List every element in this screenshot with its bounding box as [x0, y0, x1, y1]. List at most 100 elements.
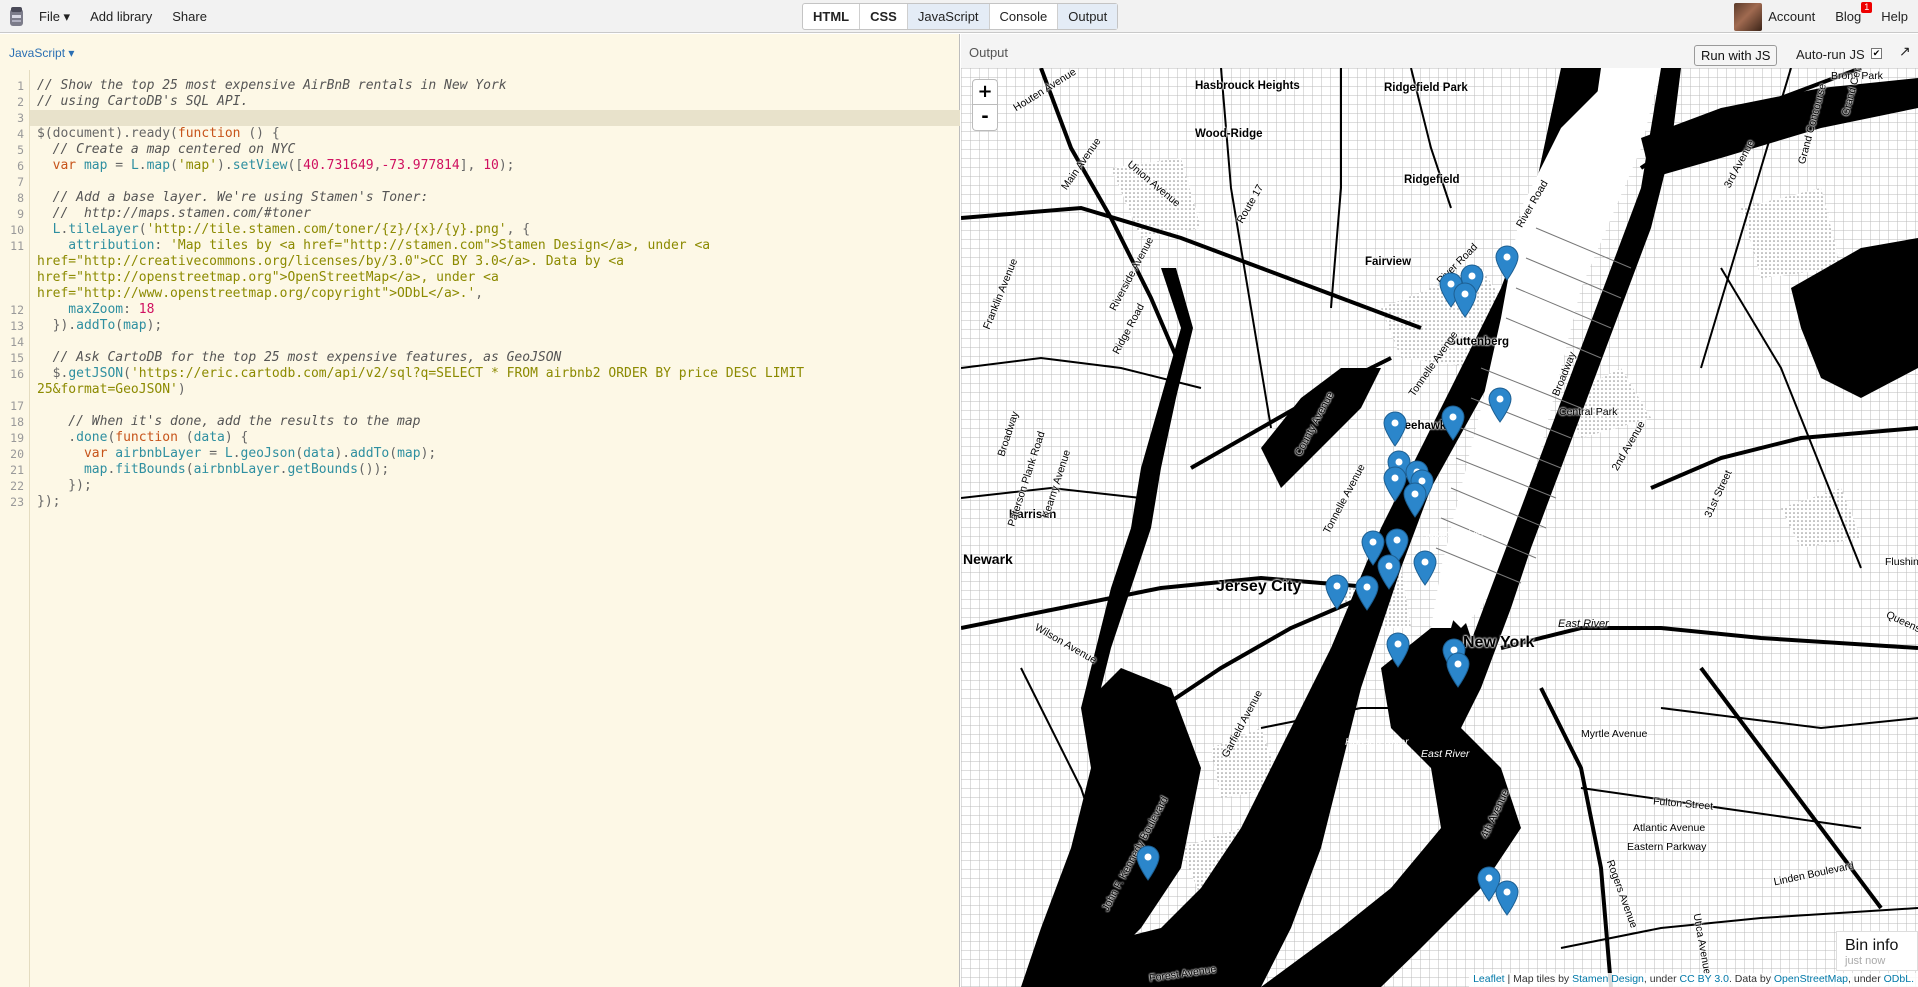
map-marker-icon[interactable]: [1135, 845, 1161, 881]
code-line[interactable]: maxZoom: 18: [37, 302, 957, 318]
code-line[interactable]: href="http://openstreetmap.org">OpenStre…: [37, 270, 957, 286]
output-title: Output: [969, 45, 1009, 60]
code-line[interactable]: map.fitBounds(airbnbLayer.getBounds());: [37, 462, 957, 478]
map-label-road: Central Park: [1559, 406, 1618, 418]
odbl-link[interactable]: ODbL.: [1884, 973, 1914, 985]
cc-link[interactable]: CC BY 3.0: [1680, 973, 1729, 985]
code-line[interactable]: L.tileLayer('http://tile.stamen.com/tone…: [37, 222, 957, 238]
avatar[interactable]: [1734, 2, 1763, 31]
blog-notification-badge: 1: [1861, 2, 1873, 13]
top-toolbar: File ▾ Add library Share HTML CSS JavaSc…: [0, 0, 1918, 33]
tab-output[interactable]: Output: [1058, 4, 1118, 29]
toolbar-right: Account Blog 1 Help: [1734, 0, 1918, 33]
map-label-city: Jersey City: [1216, 578, 1302, 595]
stamen-link[interactable]: Stamen Design: [1572, 973, 1644, 985]
map-label-water: Hudson River: [1573, 153, 1637, 165]
code-line[interactable]: var airbnbLayer = L.geoJson(data).addTo(…: [37, 446, 957, 462]
line-number: 8: [17, 191, 24, 205]
code-line[interactable]: // http://maps.stamen.com/#toner: [37, 206, 957, 222]
map-marker-icon[interactable]: [1354, 575, 1380, 611]
code-line[interactable]: });: [37, 494, 957, 510]
map-marker-icon[interactable]: [1382, 411, 1408, 447]
auto-run-checkbox[interactable]: ✔: [1871, 48, 1882, 59]
javascript-editor-panel[interactable]: JavaScript ▾ 1 // Show the top 25 most ex…: [0, 34, 960, 987]
map-label-water: East River: [1558, 618, 1609, 630]
line-number: 1: [17, 79, 24, 93]
popout-icon[interactable]: ↗: [1899, 43, 1911, 60]
map-marker-icon[interactable]: [1487, 387, 1513, 423]
line-number: 7: [17, 175, 24, 189]
code-line[interactable]: href="http://creativecommons.org/license…: [37, 254, 957, 270]
attribution-text: , under: [1643, 973, 1680, 985]
map-marker-icon[interactable]: [1385, 632, 1411, 668]
code-line[interactable]: attribution: 'Map tiles by <a href="http…: [37, 238, 957, 254]
run-with-js-button[interactable]: Run with JS: [1694, 45, 1778, 66]
attribution-text: | Map tiles by: [1504, 973, 1573, 985]
help-link[interactable]: Help: [1881, 9, 1908, 24]
toolbar-left: File ▾ Add library Share: [0, 0, 227, 33]
output-header: Output Run with JS Auto-run JS ✔ ↗: [961, 34, 1918, 68]
map-attribution: Leaflet | Map tiles by Stamen Design, un…: [1469, 973, 1918, 987]
line-number: 23: [10, 495, 24, 509]
line-number: 19: [10, 431, 24, 445]
code-line[interactable]: .done(function (data) {: [37, 430, 957, 446]
map-label-road: Eastern Parkway: [1627, 841, 1707, 853]
code-line[interactable]: // Add a base layer. We're using Stamen'…: [37, 190, 957, 206]
code-line[interactable]: // Ask CartoDB for the top 25 most expen…: [37, 350, 957, 366]
code-line[interactable]: }).addTo(map);: [37, 318, 957, 334]
code-line[interactable]: var map = L.map('map').setView([40.73164…: [37, 158, 957, 174]
map-view[interactable]: + - Hasbrouck Heights Wood-Ridge Ridgefi…: [961, 68, 1918, 987]
code-line[interactable]: });: [37, 478, 957, 494]
map-marker-icon[interactable]: [1445, 652, 1471, 688]
active-line-highlight: [30, 110, 960, 126]
osm-link[interactable]: OpenStreetMap: [1774, 973, 1848, 985]
map-marker-icon[interactable]: [1494, 245, 1520, 281]
add-library-menu[interactable]: Add library: [90, 9, 152, 24]
code-line[interactable]: // Create a map centered on NYC: [37, 142, 957, 158]
tab-console[interactable]: Console: [990, 4, 1059, 29]
line-number: 4: [17, 127, 24, 141]
map-marker-icon[interactable]: [1412, 550, 1438, 586]
line-number: 10: [10, 223, 24, 237]
map-marker-icon[interactable]: [1324, 574, 1350, 610]
map-label-place: Newark: [963, 551, 1013, 567]
code-line[interactable]: $(document).ready(function () {: [37, 126, 957, 142]
zoom-in-button[interactable]: +: [972, 79, 998, 105]
code-line[interactable]: 25&format=GeoJSON'): [37, 382, 957, 398]
leaflet-link[interactable]: Leaflet: [1473, 973, 1505, 985]
code-line[interactable]: $.getJSON('https://eric.cartodb.com/api/…: [37, 366, 957, 382]
line-number: 18: [10, 415, 24, 429]
line-number: 5: [17, 143, 24, 157]
account-menu[interactable]: Account: [1768, 9, 1815, 24]
code-line[interactable]: // using CartoDB's SQL API.: [37, 94, 957, 110]
map-marker-icon[interactable]: [1452, 282, 1478, 318]
output-panel: Output Run with JS Auto-run JS ✔ ↗ + - H…: [961, 34, 1918, 987]
tab-css[interactable]: CSS: [860, 4, 908, 29]
code-line[interactable]: href="http://www.openstreetmap.org/copyr…: [37, 286, 957, 302]
map-label-water: Hudson River: [1421, 528, 1485, 540]
file-menu[interactable]: File ▾: [39, 9, 70, 25]
map-label-road: Myrtle Avenue: [1581, 728, 1648, 740]
line-number: 14: [10, 335, 24, 349]
line-number: 15: [10, 351, 24, 365]
bin-info-timestamp: just now: [1845, 955, 1886, 967]
tab-javascript[interactable]: JavaScript: [907, 4, 990, 29]
panel-toggle-group: HTML CSS JavaScript Console Output: [802, 3, 1119, 30]
map-marker-icon[interactable]: [1402, 482, 1428, 518]
map-label-place: Fairview: [1365, 256, 1412, 268]
editor-language-dropdown[interactable]: JavaScript ▾: [9, 46, 74, 60]
jsbin-logo-icon[interactable]: [8, 6, 25, 28]
line-number: 20: [10, 447, 24, 461]
bin-info-panel[interactable]: Bin info just now: [1836, 931, 1918, 971]
map-marker-icon[interactable]: [1494, 880, 1520, 916]
line-number: 12: [10, 303, 24, 317]
share-menu[interactable]: Share: [172, 9, 207, 24]
blog-link[interactable]: Blog 1: [1835, 2, 1873, 24]
code-line[interactable]: // Show the top 25 most expensive AirBnB…: [37, 78, 957, 94]
tab-html[interactable]: HTML: [803, 4, 861, 29]
zoom-out-button[interactable]: -: [972, 105, 998, 131]
map-label-place: Wood-Ridge: [1195, 128, 1263, 140]
code-line[interactable]: // When it's done, add the results to th…: [37, 414, 957, 430]
map-marker-icon[interactable]: [1440, 405, 1466, 441]
map-label-water: East River: [1421, 748, 1470, 760]
